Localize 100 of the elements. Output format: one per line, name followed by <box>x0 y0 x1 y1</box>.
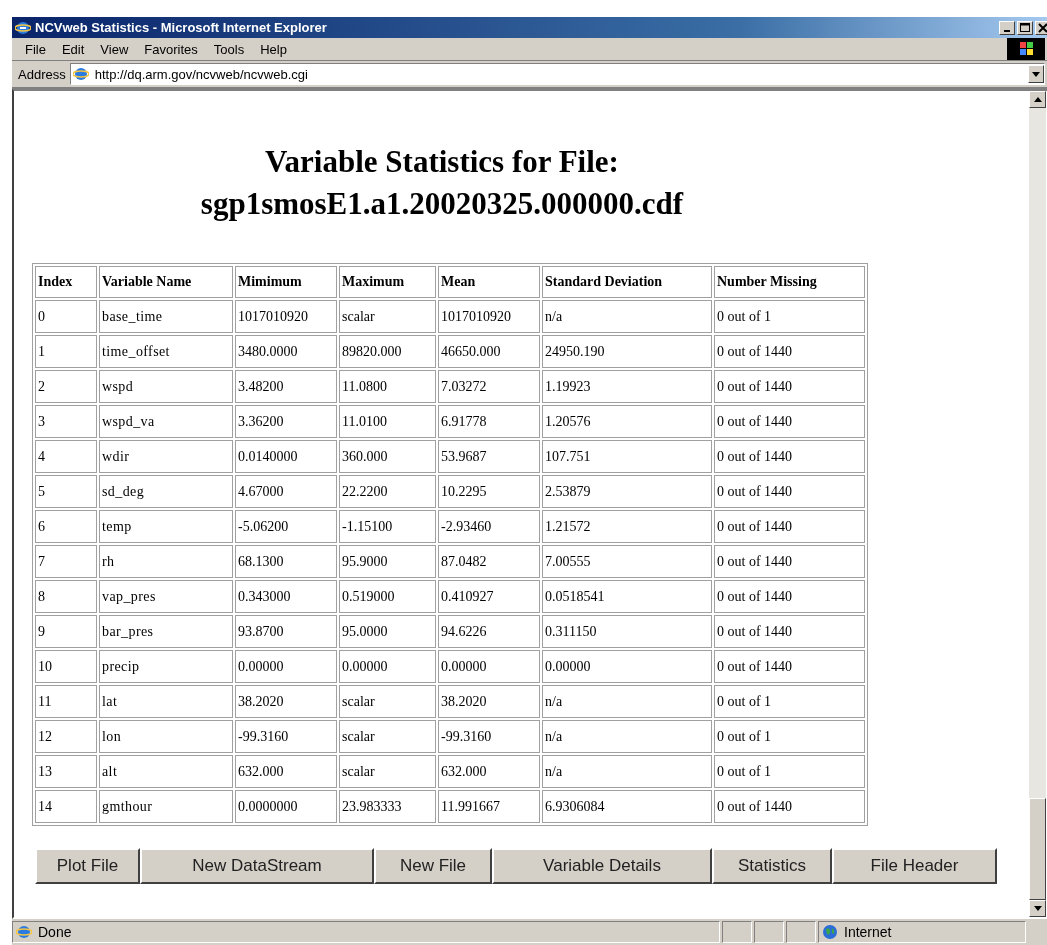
column-header: Number Missing <box>714 266 865 298</box>
table-cell: 10.2295 <box>438 475 540 508</box>
table-cell: wdir <box>99 440 233 473</box>
table-cell: 0 out of 1440 <box>714 370 865 403</box>
page-button[interactable]: Variable Details <box>492 848 712 884</box>
table-cell: -5.06200 <box>235 510 337 543</box>
page-button[interactable]: New DataStream <box>140 848 374 884</box>
table-cell: 12 <box>35 720 97 753</box>
table-cell: 46650.000 <box>438 335 540 368</box>
table-cell: 53.9687 <box>438 440 540 473</box>
table-cell: 0.00000 <box>542 650 712 683</box>
table-cell: time_offset <box>99 335 233 368</box>
table-cell: 0.00000 <box>438 650 540 683</box>
table-cell: 10 <box>35 650 97 683</box>
table-cell: rh <box>99 545 233 578</box>
address-field[interactable]: http://dq.arm.gov/ncvweb/ncvweb.cgi <box>69 63 1045 85</box>
table-cell: 3.48200 <box>235 370 337 403</box>
menu-item[interactable]: View <box>93 41 136 57</box>
table-cell: 3480.0000 <box>235 335 337 368</box>
table-cell: 632.000 <box>438 755 540 788</box>
menu-item[interactable]: Edit <box>54 41 92 57</box>
table-cell: 14 <box>35 790 97 823</box>
table-cell: 0 out of 1440 <box>714 545 865 578</box>
window-title: NCVweb Statistics - Microsoft Internet Explorer <box>35 20 327 35</box>
menu-item[interactable]: File <box>18 41 53 57</box>
column-header: Mimimum <box>235 266 337 298</box>
menu-item[interactable]: Tools <box>206 41 252 57</box>
page-button[interactable]: Plot File <box>35 848 140 884</box>
table-cell: -99.3160 <box>438 720 540 753</box>
table-cell: 7 <box>35 545 97 578</box>
page-heading: Variable Statistics for File: <box>265 143 619 181</box>
table-cell: 0.519000 <box>339 580 436 613</box>
table-cell: scalar <box>339 720 436 753</box>
status-text: Done <box>38 924 72 940</box>
table-cell: lon <box>99 720 233 753</box>
table-cell: 87.0482 <box>438 545 540 578</box>
table-cell: 1.21572 <box>542 510 712 543</box>
table-cell: 0.311150 <box>542 615 712 648</box>
table-cell: 360.000 <box>339 440 436 473</box>
table-cell: 6 <box>35 510 97 543</box>
table-cell: gmthour <box>99 790 233 823</box>
table-cell: 11.0100 <box>339 405 436 438</box>
page-button[interactable]: Statistics <box>712 848 832 884</box>
table-cell: 4.67000 <box>235 475 337 508</box>
table-cell: 11.991667 <box>438 790 540 823</box>
table-cell: 7.00555 <box>542 545 712 578</box>
column-header: Variable Name <box>99 266 233 298</box>
table-cell: n/a <box>542 685 712 718</box>
column-header: Standard Deviation <box>542 266 712 298</box>
table-cell: 6.91778 <box>438 405 540 438</box>
table-cell: 632.000 <box>235 755 337 788</box>
table-cell: 94.6226 <box>438 615 540 648</box>
table-cell: scalar <box>339 300 436 333</box>
table-cell: bar_pres <box>99 615 233 648</box>
table-cell: n/a <box>542 720 712 753</box>
page-button[interactable]: New File <box>374 848 492 884</box>
table-cell: 0.410927 <box>438 580 540 613</box>
table-cell: -2.93460 <box>438 510 540 543</box>
table-cell: 3.36200 <box>235 405 337 438</box>
column-header: Maximum <box>339 266 436 298</box>
table-cell: 0 <box>35 300 97 333</box>
table-cell: 0 out of 1 <box>714 300 865 333</box>
table-cell: 95.0000 <box>339 615 436 648</box>
table-cell: 0 out of 1440 <box>714 580 865 613</box>
table-cell: scalar <box>339 685 436 718</box>
table-cell: 1.19923 <box>542 370 712 403</box>
table-cell: 68.1300 <box>235 545 337 578</box>
table-cell: wspd <box>99 370 233 403</box>
table-cell: 2 <box>35 370 97 403</box>
table-cell: temp <box>99 510 233 543</box>
table-cell: base_time <box>99 300 233 333</box>
table-cell: 9 <box>35 615 97 648</box>
table-cell: 107.751 <box>542 440 712 473</box>
table-cell: 11.0800 <box>339 370 436 403</box>
table-cell: 0 out of 1440 <box>714 335 865 368</box>
menu-item[interactable]: Favorites <box>137 41 205 57</box>
table-cell: scalar <box>339 755 436 788</box>
table-cell: 7.03272 <box>438 370 540 403</box>
table-cell: 2.53879 <box>542 475 712 508</box>
table-cell: 13 <box>35 755 97 788</box>
table-cell: 0 out of 1440 <box>714 790 865 823</box>
table-cell: n/a <box>542 755 712 788</box>
table-cell: 23.983333 <box>339 790 436 823</box>
menu-item[interactable]: Help <box>253 41 294 57</box>
table-cell: 1017010920 <box>438 300 540 333</box>
table-cell: 0 out of 1440 <box>714 405 865 438</box>
zone-text: Internet <box>844 924 892 940</box>
table-cell: 38.2020 <box>438 685 540 718</box>
page-heading: sgp1smosE1.a1.20020325.000000.cdf <box>200 185 684 223</box>
table-cell: 0.00000 <box>339 650 436 683</box>
table-cell: wspd_va <box>99 405 233 438</box>
table-cell: 22.2200 <box>339 475 436 508</box>
table-cell: 0.0140000 <box>235 440 337 473</box>
table-cell: n/a <box>542 300 712 333</box>
table-cell: 0 out of 1 <box>714 720 865 753</box>
table-cell: 0 out of 1440 <box>714 475 865 508</box>
table-cell: 0 out of 1440 <box>714 440 865 473</box>
page-button[interactable]: File Header <box>832 848 997 884</box>
table-cell: vap_pres <box>99 580 233 613</box>
table-cell: lat <box>99 685 233 718</box>
